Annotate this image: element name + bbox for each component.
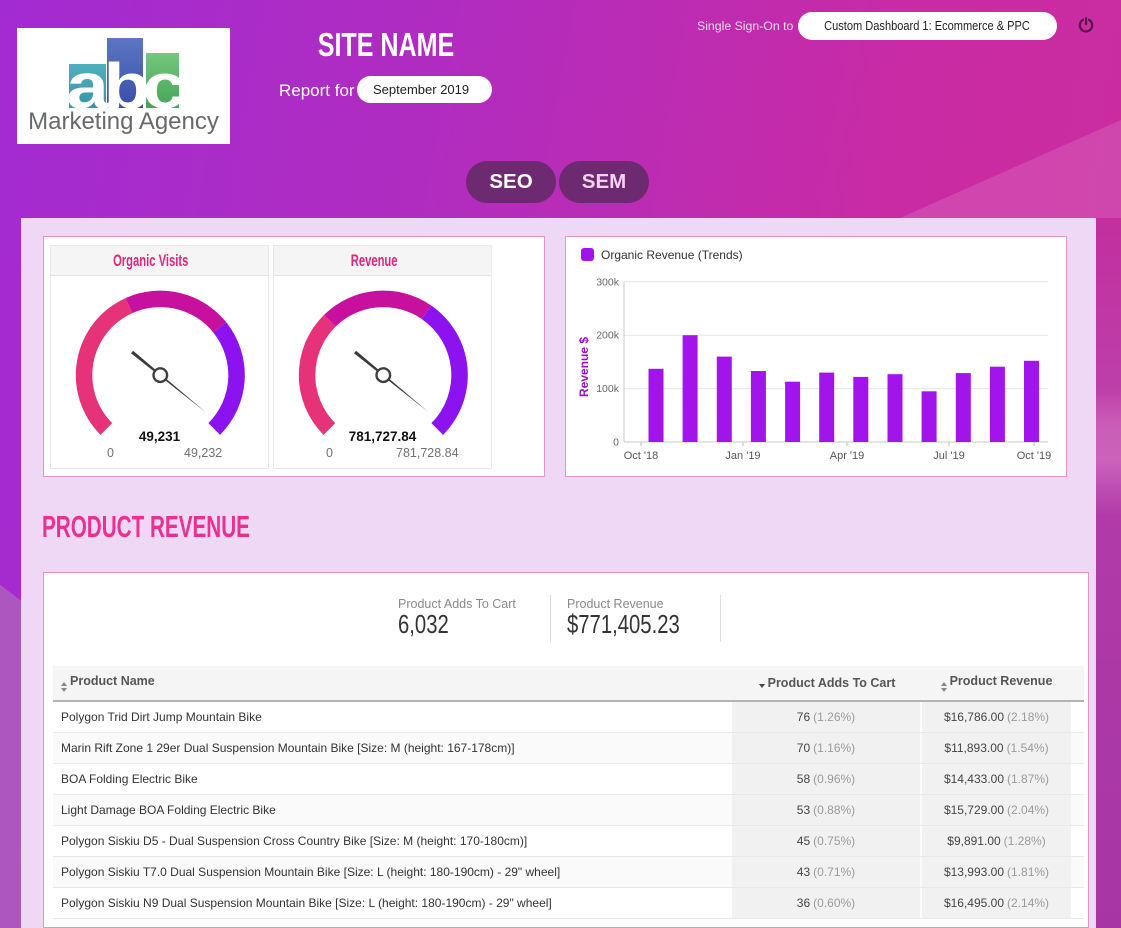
- svg-text:Oct '18: Oct '18: [624, 450, 659, 462]
- svg-text:Oct '19: Oct '19: [1017, 450, 1052, 462]
- svg-text:Organic Revenue (Trends): Organic Revenue (Trends): [601, 248, 743, 262]
- svg-text:300k: 300k: [596, 276, 620, 288]
- svg-text:Jul '19: Jul '19: [933, 450, 964, 462]
- svg-text:100k: 100k: [596, 383, 620, 395]
- svg-text:Revenue $: Revenue $: [577, 337, 591, 397]
- svg-text:Jan '19: Jan '19: [725, 450, 760, 462]
- svg-text:0: 0: [613, 437, 619, 449]
- svg-text:200k: 200k: [596, 330, 620, 342]
- svg-text:Apr '19: Apr '19: [830, 450, 865, 462]
